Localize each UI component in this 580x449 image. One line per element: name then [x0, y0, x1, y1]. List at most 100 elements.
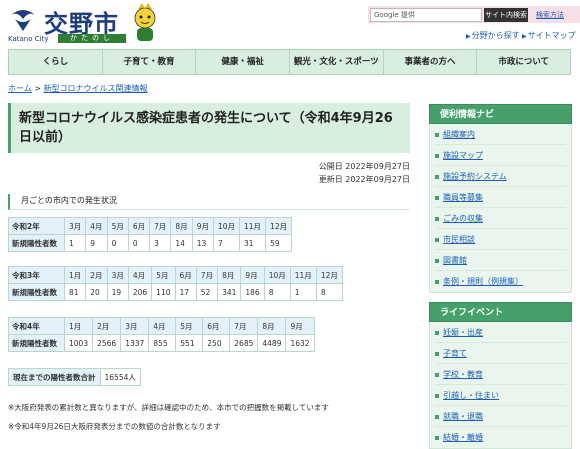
sidebar-item-link[interactable]: 結婚・離婚: [443, 433, 483, 442]
month-value: 13: [191, 234, 214, 252]
sidebar-item-link[interactable]: 就職・退職: [443, 412, 483, 421]
sidebar-item-link[interactable]: 条例・規則（例規集）: [443, 277, 523, 286]
month-value: 551: [175, 334, 204, 352]
note-text: ※大阪府発表の累計数と異なりますが、詳細は確認中のため、本市での把握数を掲載して…: [8, 403, 329, 412]
month-value: 9: [85, 234, 108, 252]
month-value: 19: [106, 283, 129, 301]
month-value: 186: [240, 283, 265, 301]
logo-english: Katano City: [8, 35, 49, 43]
month-value: 81: [63, 283, 87, 301]
sidebar-item[interactable]: 妊娠・出産: [435, 322, 566, 343]
search-area: Google 提供 サイト内検索 検索方法: [368, 6, 580, 23]
mascot-image: [134, 3, 156, 41]
sidebar-item[interactable]: ごみの収集: [435, 208, 566, 229]
nav-item-city-admin[interactable]: 市政について: [477, 50, 570, 74]
month-header: 1月: [63, 317, 94, 335]
table-year-label: 令和2年: [8, 217, 65, 235]
month-header: 10月: [212, 217, 241, 235]
sidebar-convenience: 便利情報ナビ 組織案内施設マップ施設予約システム 職員等募集ごみの収集市民相談図書…: [429, 104, 572, 293]
nav-item-living[interactable]: くらし: [9, 50, 103, 74]
page-title-box: 新型コロナウイルス感染症患者の発生について（令和4年9月26日以前）: [8, 103, 410, 153]
month-header: 11月: [289, 266, 317, 284]
month-value: 855: [148, 334, 177, 352]
month-value: 2566: [92, 334, 122, 352]
sidebar-item[interactable]: 施設予約システム: [435, 166, 566, 187]
sidebar-item-link[interactable]: 組織案内: [443, 130, 475, 139]
sidebar-heading: 便利情報ナビ: [429, 104, 572, 124]
search-input[interactable]: Google 提供: [370, 8, 482, 22]
sidebar-list: 妊娠・出産子育て学校・教育引越し・住まい 就職・退職結婚・離婚: [429, 322, 572, 449]
month-header: 3月: [63, 217, 87, 235]
bullet-square-icon: [435, 279, 439, 284]
search-help-link[interactable]: 検索方法: [536, 10, 564, 20]
month-value: 4489: [257, 334, 287, 352]
sidebar-item-link[interactable]: 職員等募集: [443, 193, 483, 202]
sitemap-link[interactable]: ▶サイトマップ: [522, 30, 576, 41]
nav-item-tourism[interactable]: 観光・文化・スポーツ: [290, 50, 384, 74]
bullet-square-icon: [435, 372, 439, 377]
bullet-square-icon: [435, 435, 439, 440]
bullet-square-icon: [435, 330, 439, 335]
sidebar-item-link[interactable]: 図書館: [443, 256, 467, 265]
month-header: 8月: [257, 317, 287, 335]
sidebar-item[interactable]: 職員等募集: [435, 187, 566, 208]
month-value: 17: [174, 283, 197, 301]
month-value: 3: [149, 234, 172, 252]
month-value: 1003: [63, 334, 94, 352]
breadcrumb-separator: >: [34, 84, 42, 93]
nav-item-health[interactable]: 健康・福祉: [196, 50, 291, 74]
month-value: 8: [263, 283, 291, 301]
city-emblem-icon: [11, 10, 35, 31]
breadcrumb: ホーム > 新型コロナウイルス関連情報: [8, 83, 148, 94]
sidebar-item-link[interactable]: 子育て: [443, 349, 467, 358]
sidebar-item-link[interactable]: ごみの収集: [443, 214, 483, 223]
site-header: 交野市 Katano City かたのし Google 提供 サイト内検索 検索…: [0, 0, 580, 48]
nav-item-business[interactable]: 事業者の方へ: [384, 50, 478, 74]
sidebar-item-link[interactable]: 市民相談: [443, 235, 475, 244]
month-header: 8月: [217, 266, 242, 284]
sidebar-item-link[interactable]: 妊娠・出産: [443, 328, 483, 337]
sidebar-item[interactable]: 施設マップ: [435, 145, 566, 166]
bullet-square-icon: [435, 237, 439, 242]
month-value: 341: [217, 283, 242, 301]
month-value: 59: [265, 234, 293, 252]
bullet-square-icon: [435, 258, 439, 263]
month-value: 1: [289, 283, 317, 301]
table-year-label: 令和3年: [8, 266, 65, 284]
month-header: 9月: [285, 317, 315, 335]
page-dates: 公開日 2022年09月27日 更新日 2022年09月27日: [319, 160, 410, 186]
stats-table-r2: 令和2年 3月 4月 5月 6月 7月 8月 9月 10月 11月 12月 新規陽性者数 1 9 0 0 3 1…: [8, 217, 293, 252]
month-header: 10月: [263, 266, 291, 284]
note-text: ※令和4年9月26日大阪府発表分までの数値の合計数となります: [8, 422, 221, 431]
month-header: 2月: [92, 317, 122, 335]
sidebar-item[interactable]: 子育て: [435, 343, 566, 364]
sidebar-item[interactable]: 条例・規則（例規集）: [435, 271, 566, 292]
bullet-square-icon: [435, 132, 439, 137]
sidebar-item-link[interactable]: 施設予約システム: [443, 172, 507, 181]
month-header: 12月: [265, 217, 293, 235]
month-header: 3月: [106, 266, 129, 284]
breadcrumb-home[interactable]: ホーム: [8, 84, 32, 93]
sidebar-item-link[interactable]: 学校・教育: [443, 370, 483, 379]
nav-item-childcare[interactable]: 子育て・教育: [103, 50, 197, 74]
sidebar-item[interactable]: 市民相談: [435, 229, 566, 250]
sidebar-item[interactable]: 図書館: [435, 250, 566, 271]
sidebar-item[interactable]: 引越し・住まい: [435, 385, 566, 406]
breadcrumb-current[interactable]: 新型コロナウイルス関連情報: [44, 84, 148, 93]
sidebar-item[interactable]: 学校・教育: [435, 364, 566, 385]
month-value: 31: [239, 234, 267, 252]
sidebar-item[interactable]: 結婚・離婚: [435, 427, 566, 448]
month-value: 0: [106, 234, 129, 252]
month-header: 12月: [315, 266, 343, 284]
bullet-square-icon: [435, 351, 439, 356]
month-header: 4月: [148, 317, 177, 335]
row-label: 新規陽性者数: [8, 234, 65, 252]
sidebar-item[interactable]: 就職・退職: [435, 406, 566, 427]
site-search-button[interactable]: サイト内検索: [484, 8, 528, 22]
sidebar-item-link[interactable]: 施設マップ: [443, 151, 483, 160]
browse-by-category-link[interactable]: ▶分野から探す: [466, 30, 520, 41]
sidebar-item[interactable]: 組織案内: [435, 124, 566, 145]
stats-table-r3: 令和3年 1月 2月 3月 4月 5月 6月 7月 8月 9月 10月 11月 12月 新規陽性者数 81…: [8, 266, 343, 301]
sidebar-item-link[interactable]: 引越し・住まい: [443, 391, 499, 400]
bullet-square-icon: [435, 393, 439, 398]
